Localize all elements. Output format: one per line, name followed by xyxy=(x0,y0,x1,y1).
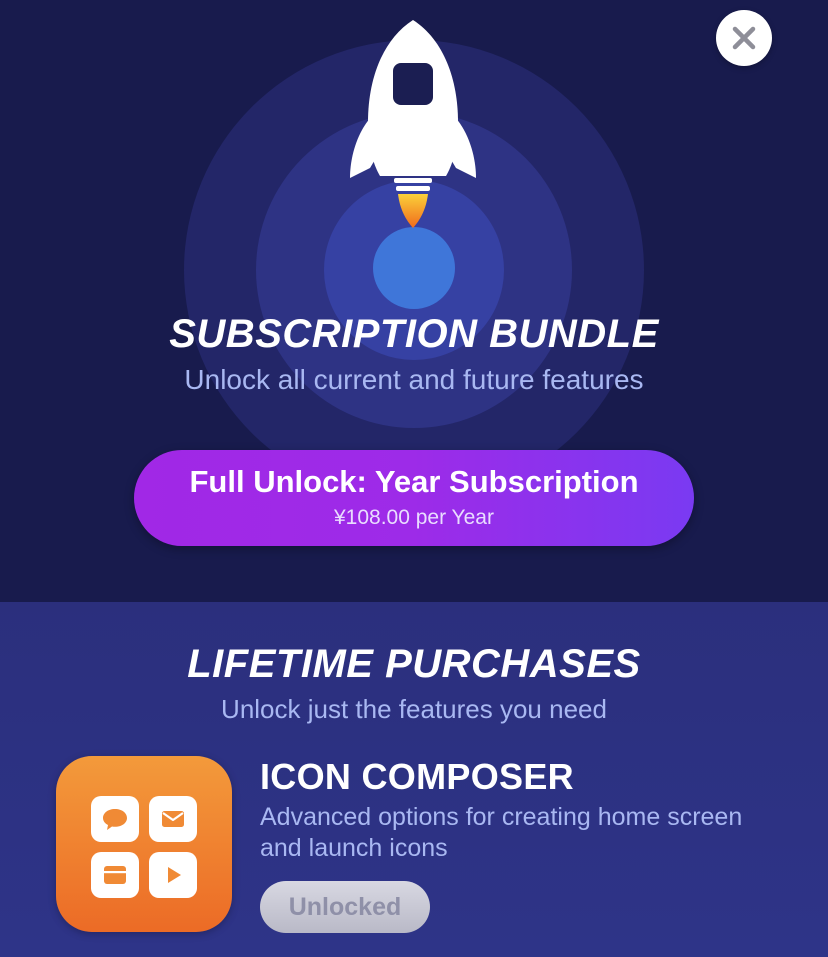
lifetime-section: LIFETIME PURCHASES Unlock just the featu… xyxy=(0,602,828,957)
rocket-icon xyxy=(350,20,476,228)
purchase-screen: SUBSCRIPTION BUNDLE Unlock all current a… xyxy=(0,0,828,957)
full-unlock-subscription-button[interactable]: Full Unlock: Year Subscription ¥108.00 p… xyxy=(134,450,694,546)
subscription-subtitle: Unlock all current and future features xyxy=(184,364,644,395)
play-icon xyxy=(168,867,181,883)
unlocked-status-button: Unlocked xyxy=(260,881,430,933)
envelope-icon xyxy=(162,811,184,827)
unlock-button-price: ¥108.00 per Year xyxy=(334,506,494,529)
close-button[interactable] xyxy=(716,10,772,66)
product-description: Advanced options for creating home scree… xyxy=(260,803,743,862)
unlock-button-label: Full Unlock: Year Subscription xyxy=(189,464,639,499)
window-icon xyxy=(104,866,126,884)
subscription-section: SUBSCRIPTION BUNDLE Unlock all current a… xyxy=(0,0,828,602)
window-tile xyxy=(91,852,139,898)
close-icon xyxy=(732,26,756,50)
lifetime-title: LIFETIME PURCHASES xyxy=(187,642,641,686)
product-name: ICON COMPOSER xyxy=(260,756,574,797)
glow-ring xyxy=(373,227,455,309)
mail-tile xyxy=(149,796,197,842)
play-tile xyxy=(149,852,197,898)
chat-bubble-icon xyxy=(103,809,127,830)
lifetime-subtitle: Unlock just the features you need xyxy=(221,694,607,724)
subscription-title: SUBSCRIPTION BUNDLE xyxy=(169,312,659,356)
message-tile xyxy=(91,796,139,842)
icon-composer-icon xyxy=(56,756,232,932)
